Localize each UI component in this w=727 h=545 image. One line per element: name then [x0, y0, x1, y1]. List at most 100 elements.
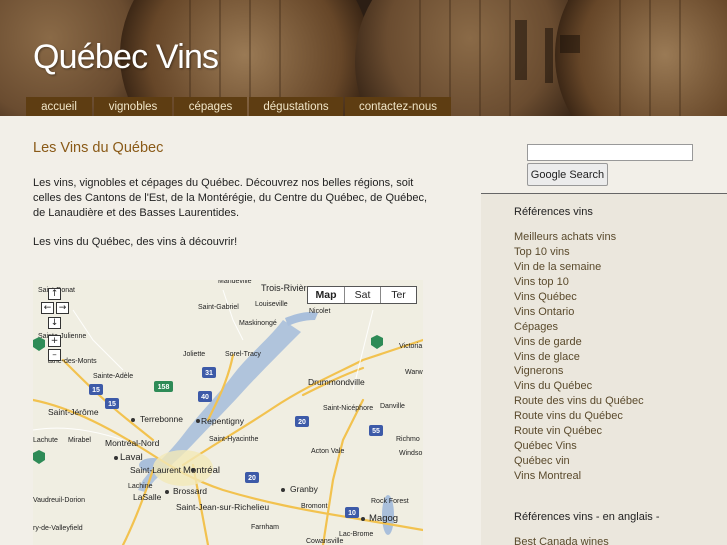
main-nav: accueil vignobles cépages dégustations c…: [26, 97, 453, 116]
svg-text:158: 158: [158, 384, 170, 391]
google-search-button[interactable]: Google Search: [527, 163, 608, 186]
map-type-ter-button[interactable]: Ter: [380, 287, 416, 303]
map-label-mandeville: Mandeville: [218, 280, 252, 285]
ref-link[interactable]: Route vin Québec: [514, 424, 644, 439]
map-type-sat-button[interactable]: Sat: [344, 287, 380, 303]
map-label-sainte-adele: Sainte-Adèle: [93, 373, 133, 380]
ref-link[interactable]: Québec Vins: [514, 439, 644, 454]
map-canvas[interactable]: Saint-Donat Mandeville Trois-Rivières Sa…: [33, 280, 423, 545]
map-label-sorel-tracy: Sorel-Tracy: [225, 351, 261, 358]
ref-link[interactable]: Vins Montreal: [514, 469, 644, 484]
ref-link[interactable]: Vins Québec: [514, 290, 644, 305]
map-zoom-in-button[interactable]: +: [48, 335, 61, 347]
map-type-map-button[interactable]: Map: [308, 287, 344, 303]
map-label-farnham: Farnham: [251, 524, 279, 531]
intro-paragraph: Les vins, vignobles et cépages du Québec…: [33, 177, 428, 219]
map-label-nicolet: Nicolet: [309, 308, 330, 315]
map-label-laval: Laval: [120, 452, 143, 463]
map-label-vaudreuil-dorion: Vaudreuil-Dorion: [33, 497, 85, 504]
map-label-saint-hyacinthe: Saint-Hyacinthe: [209, 436, 259, 443]
map-label-brossard: Brossard: [173, 486, 207, 496]
map-label-louiseville: Louiseville: [255, 301, 288, 308]
ref-link[interactable]: Vins top 10: [514, 275, 644, 290]
map-label-richmo: Richmo: [396, 436, 420, 443]
map-label-acton-vale: Acton Vale: [311, 448, 344, 455]
ref-link[interactable]: Vins du Québec: [514, 379, 644, 394]
ref-link[interactable]: Vignerons: [514, 364, 644, 379]
map-label-mirabel: Mirabel: [68, 437, 91, 444]
ref-link[interactable]: Vins Ontario: [514, 305, 644, 320]
ref-link[interactable]: Top 10 vins: [514, 245, 644, 260]
sidebar: Google Search Références vins Meilleurs …: [481, 116, 727, 545]
header-banner: Québec Vins accueil vignobles cépages dé…: [0, 0, 727, 116]
nav-accueil[interactable]: accueil: [26, 97, 92, 116]
map-label-saint-gabriel: Saint-Gabriel: [198, 304, 239, 311]
svg-text:40: 40: [201, 394, 209, 401]
map-label-montreal: Montréal: [183, 465, 220, 476]
nav-cepages[interactable]: cépages: [174, 97, 247, 116]
map-label-saint-jerome: Saint-Jérôme: [48, 407, 99, 417]
map-label-cowansville: Cowansville: [306, 538, 343, 545]
page-title: Les Vins du Québec: [33, 140, 164, 156]
svg-text:10: 10: [348, 510, 356, 517]
svg-text:15: 15: [108, 401, 116, 408]
svg-text:31: 31: [205, 370, 213, 377]
map-label-repentigny: Repentigny: [201, 416, 245, 426]
svg-text:55: 55: [372, 428, 380, 435]
map-label-saint-jean: Saint-Jean-sur-Richelieu: [176, 502, 269, 512]
svg-text:15: 15: [92, 387, 100, 394]
map-pan-right-button[interactable]: →: [56, 302, 69, 314]
map-label-saint-laurent: Saint-Laurent: [130, 465, 182, 475]
map-label-valleyfield: ry-de-Valleyfield: [33, 525, 83, 532]
references-panel: Références vins Meilleurs achats vins To…: [481, 194, 727, 545]
map-label-drummondville: Drummondville: [308, 377, 365, 387]
map-pan-down-button[interactable]: ↓: [48, 317, 61, 329]
ref-link[interactable]: Vins de garde: [514, 335, 644, 350]
map-pan-left-button[interactable]: ←: [41, 302, 54, 314]
map-label-terrebonne: Terrebonne: [140, 414, 183, 424]
map-label-rock-forest: Rock Forest: [371, 498, 409, 505]
page: Québec Vins accueil vignobles cépages dé…: [0, 0, 727, 545]
ref-en-link[interactable]: Best Canada wines: [514, 536, 609, 545]
tagline: Les vins du Québec, des vins à découvrir…: [33, 236, 238, 248]
map-label-lachine: Lachine: [128, 483, 153, 490]
ref-link[interactable]: Meilleurs achats vins: [514, 230, 644, 245]
map-label-warwi: Warwi: [405, 369, 423, 376]
map-label-granby: Granby: [290, 484, 319, 494]
map-label-magog: Magog: [369, 513, 398, 524]
map-dot-montreal: [191, 468, 195, 472]
map-label-lac-brome: Lac-Brome: [339, 531, 373, 538]
references-list: Meilleurs achats vins Top 10 vins Vin de…: [514, 230, 644, 484]
map-type-selector: Map Sat Ter: [307, 286, 417, 304]
map-pan-up-button[interactable]: ↑: [48, 288, 61, 300]
google-map[interactable]: Saint-Donat Mandeville Trois-Rivières Sa…: [33, 280, 423, 545]
nav-contactez-nous[interactable]: contactez-nous: [345, 97, 451, 116]
map-label-lachute: Lachute: [33, 437, 58, 444]
main-content: Les Vins du Québec Les vins, vignobles e…: [0, 116, 481, 545]
nav-vignobles[interactable]: vignobles: [94, 97, 172, 116]
ref-link[interactable]: Vins de glace: [514, 350, 644, 365]
map-label-bromont: Bromont: [301, 503, 328, 510]
ref-link[interactable]: Route vins du Québec: [514, 409, 644, 424]
map-label-maskinonge: Maskinongé: [239, 320, 277, 327]
ref-link[interactable]: Route des vins du Québec: [514, 394, 644, 409]
search-input[interactable]: [527, 144, 693, 161]
map-label-lasalle: LaSalle: [133, 492, 162, 502]
svg-text:20: 20: [248, 475, 256, 482]
svg-text:20: 20: [298, 419, 306, 426]
map-zoom-out-button[interactable]: –: [48, 349, 61, 361]
map-label-victoria: Victoria: [399, 343, 422, 350]
map-label-sainte-julienne: Sainte-Julienne: [38, 333, 86, 340]
map-label-danville: Danville: [380, 403, 405, 410]
map-label-montreal-nord: Montréal-Nord: [105, 438, 160, 448]
nav-degustations[interactable]: dégustations: [249, 97, 343, 116]
map-label-windso: Windso: [399, 450, 422, 457]
ref-link[interactable]: Québec vin: [514, 454, 644, 469]
ref-link[interactable]: Vin de la semaine: [514, 260, 644, 275]
ref-link[interactable]: Cépages: [514, 320, 644, 335]
map-label-joliette: Joliette: [183, 351, 205, 358]
references-en-heading: Références vins - en anglais -: [514, 511, 660, 523]
site-title[interactable]: Québec Vins: [33, 38, 219, 77]
map-label-saint-nicephore: Saint-Nicéphore: [323, 405, 373, 412]
references-heading: Références vins: [514, 206, 593, 218]
